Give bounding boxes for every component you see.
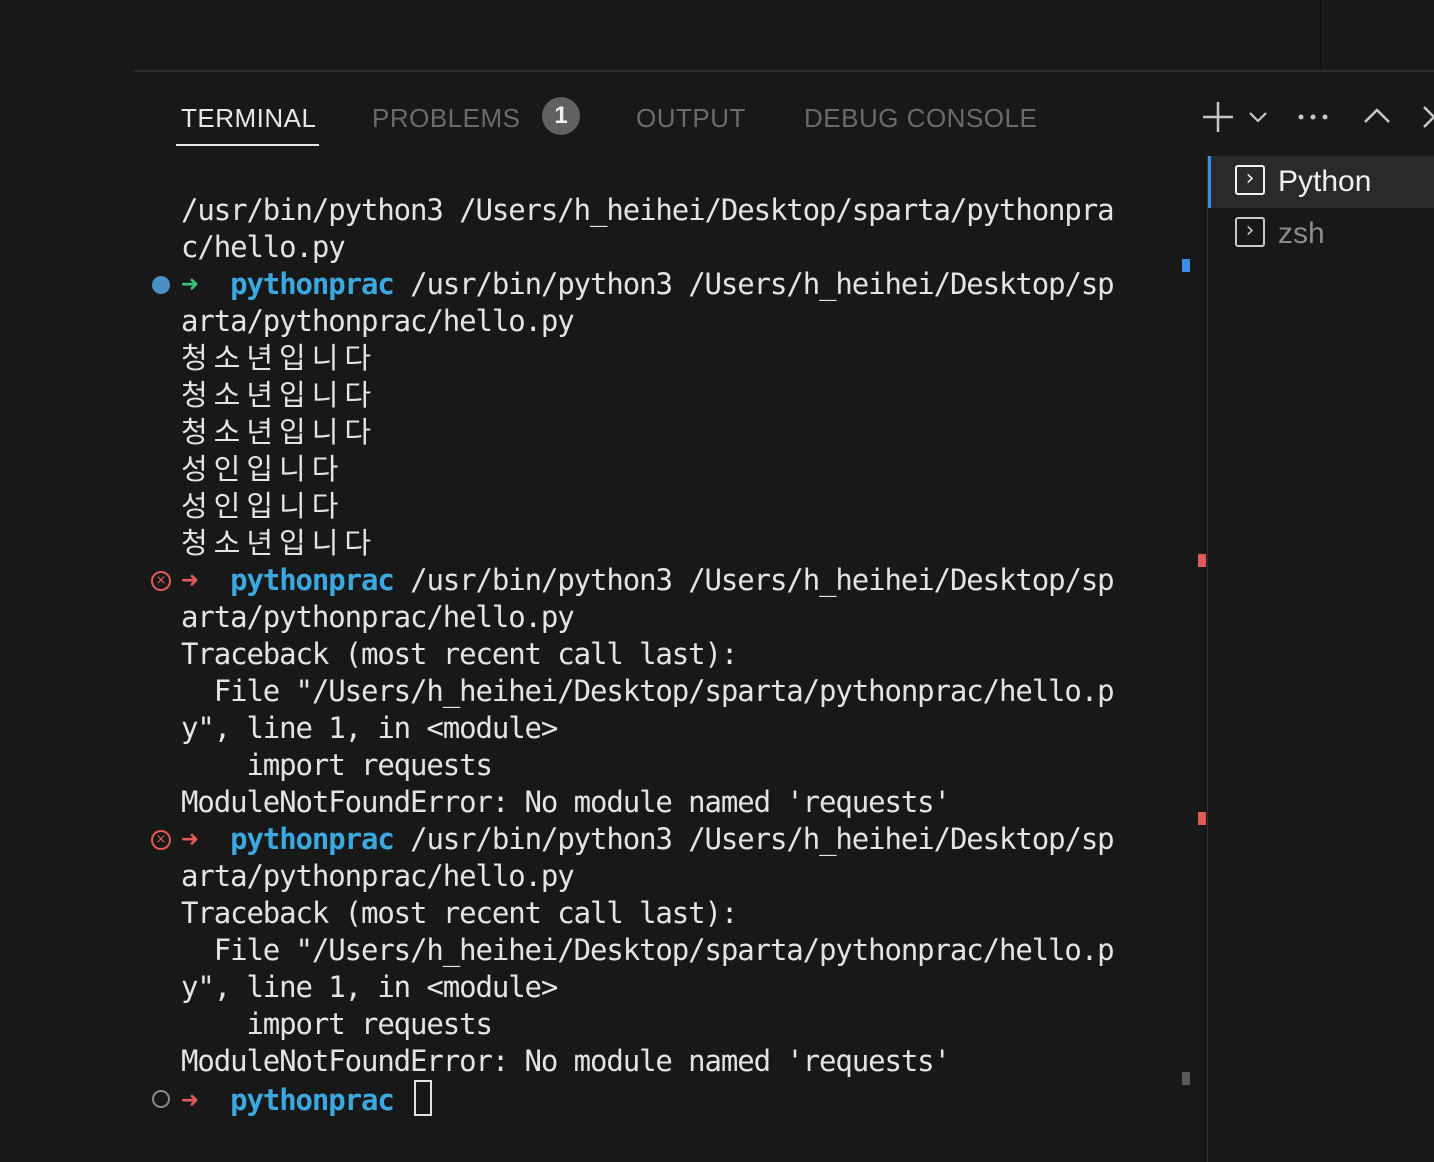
terminal-output-line: 청소년입니다 [181, 340, 1156, 377]
command-pending-icon[interactable] [149, 1080, 173, 1117]
terminal-text: import requests [181, 1007, 493, 1041]
editor-area [0, 0, 1434, 71]
tab-debug-console[interactable]: DEBUG CONSOLE [804, 100, 1037, 140]
tab-output[interactable]: OUTPUT [636, 100, 746, 140]
active-tab-indicator [176, 144, 319, 146]
terminal-output-line: File "/Users/h_heihei/Desktop/sparta/pyt… [181, 673, 1156, 710]
command-error-icon[interactable]: × [149, 562, 173, 599]
editor-divider [1320, 0, 1321, 71]
prompt-directory: pythonprac [230, 563, 395, 597]
prompt-directory: pythonprac [230, 267, 395, 301]
scrollbar-marker-cursor [1182, 1072, 1190, 1085]
terminal-prompt-line: × ➜ pythonprac /usr/bin/python3 /Users/h_… [151, 562, 1156, 599]
command-error-icon[interactable]: × [149, 821, 173, 858]
terminal-output-line: c/hello.py [181, 229, 1156, 266]
terminal-output-line: 청소년입니다 [181, 377, 1156, 414]
terminal-text: 청소년입니다 [181, 415, 378, 449]
terminal-text: arta/pythonprac/hello.py [181, 304, 575, 338]
left-gutter [0, 0, 133, 1160]
terminal-text: 청소년입니다 [181, 526, 378, 560]
terminal-text: 성인입니다 [181, 489, 345, 523]
terminal-output-line: arta/pythonprac/hello.py [181, 303, 1156, 340]
terminal-panel: TERMINAL PROBLEMS 1 OUTPUT DEBUG CONSOLE… [133, 70, 1434, 1162]
terminal-list-item-python[interactable]: › Python [1208, 156, 1434, 208]
terminal-output-line: import requests [181, 1006, 1156, 1043]
close-icon[interactable] [1421, 100, 1434, 140]
prompt-arrow: ➜ [181, 267, 199, 301]
scrollbar-marker-error [1198, 554, 1206, 567]
terminal-text: File "/Users/h_heihei/Desktop/sparta/pyt… [181, 674, 1115, 708]
tab-terminal[interactable]: TERMINAL [181, 100, 316, 140]
terminal-output-line: ModuleNotFoundError: No module named 're… [181, 784, 1156, 821]
problems-count-badge: 1 [542, 97, 580, 135]
terminal-output-line: Traceback (most recent call last): [181, 636, 1156, 673]
terminal-text: import requests [181, 748, 493, 782]
terminal-prompt-line: × ➜ pythonprac /usr/bin/python3 /Users/h_… [151, 821, 1156, 858]
chevron-up-icon[interactable] [1362, 100, 1392, 140]
terminal-text: /usr/bin/python3 /Users/h_heihei/Desktop… [393, 563, 1115, 597]
terminal-output-line: arta/pythonprac/hello.py [181, 599, 1156, 636]
terminal-prompt-line: ➜ pythonprac /usr/bin/python3 /Users/h_h… [152, 266, 1156, 303]
terminal-text: ModuleNotFoundError: No module named 're… [181, 785, 951, 819]
plus-icon[interactable] [1201, 100, 1235, 140]
terminal-text: /usr/bin/python3 /Users/h_heihei/Desktop… [393, 822, 1115, 856]
terminal-cursor [414, 1080, 433, 1116]
terminal-output-line: /usr/bin/python3 /Users/h_heihei/Desktop… [181, 192, 1156, 229]
chevron-down-icon[interactable] [1247, 100, 1269, 140]
terminal-output-line: y", line 1, in <module> [181, 710, 1156, 747]
terminal-text: y", line 1, in <module> [181, 970, 558, 1004]
terminal-text: /usr/bin/python3 /Users/h_heihei/Desktop… [393, 267, 1115, 301]
prompt-directory: pythonprac [230, 822, 395, 856]
scrollbar-marker-error [1198, 812, 1206, 825]
terminal-list-label: Python [1278, 165, 1372, 198]
tab-problems[interactable]: PROBLEMS [372, 100, 521, 140]
terminal-output-line: 성인입니다 [181, 451, 1156, 488]
terminal-text: File "/Users/h_heihei/Desktop/sparta/pyt… [181, 933, 1115, 967]
terminal-output-line: arta/pythonprac/hello.py [181, 858, 1156, 895]
scrollbar-marker-info [1182, 259, 1190, 272]
terminal-output-line: File "/Users/h_heihei/Desktop/sparta/pyt… [181, 932, 1156, 969]
terminal-text: arta/pythonprac/hello.py [181, 600, 575, 634]
terminal-text: ModuleNotFoundError: No module named 're… [181, 1044, 951, 1078]
terminal-list: › Python › zsh [1208, 156, 1434, 260]
terminal-text: Traceback (most recent call last): [181, 637, 738, 671]
terminal-text: Traceback (most recent call last): [181, 896, 738, 930]
terminal-output-line: 성인입니다 [181, 488, 1156, 525]
terminal-text: y", line 1, in <module> [181, 711, 558, 745]
terminal-text: 성인입니다 [181, 452, 345, 486]
terminal-text: /usr/bin/python3 /Users/h_heihei/Desktop… [181, 193, 1115, 227]
prompt-arrow: ➜ [181, 822, 199, 856]
terminal-prompt-line: ➜ pythonprac [152, 1080, 1156, 1117]
terminal-output-line: y", line 1, in <module> [181, 969, 1156, 1006]
terminal-output-line: Traceback (most recent call last): [181, 895, 1156, 932]
terminal-output[interactable]: /usr/bin/python3 /Users/h_heihei/Desktop… [151, 192, 1156, 1117]
command-success-icon[interactable] [149, 266, 173, 303]
terminal-icon: › [1235, 217, 1265, 247]
terminal-list-item-zsh[interactable]: › zsh [1208, 208, 1434, 260]
prompt-arrow: ➜ [181, 563, 199, 597]
terminal-text: c/hello.py [181, 230, 346, 264]
terminal-output-line: 청소년입니다 [181, 414, 1156, 451]
terminal-icon: › [1235, 165, 1265, 195]
terminal-output-line: 청소년입니다 [181, 525, 1156, 562]
terminal-text: 청소년입니다 [181, 378, 378, 412]
terminal-output-line: import requests [181, 747, 1156, 784]
terminal-output-line: ModuleNotFoundError: No module named 're… [181, 1043, 1156, 1080]
terminal-list-divider [1207, 156, 1208, 1162]
terminal-list-label: zsh [1278, 217, 1325, 250]
ellipsis-icon[interactable] [1296, 100, 1330, 140]
terminal-text: 청소년입니다 [181, 341, 378, 375]
panel-tab-bar: TERMINAL PROBLEMS 1 OUTPUT DEBUG CONSOLE [133, 72, 1434, 152]
prompt-arrow: ➜ [181, 1083, 199, 1117]
terminal-text: arta/pythonprac/hello.py [181, 859, 575, 893]
prompt-directory: pythonprac [230, 1083, 395, 1117]
